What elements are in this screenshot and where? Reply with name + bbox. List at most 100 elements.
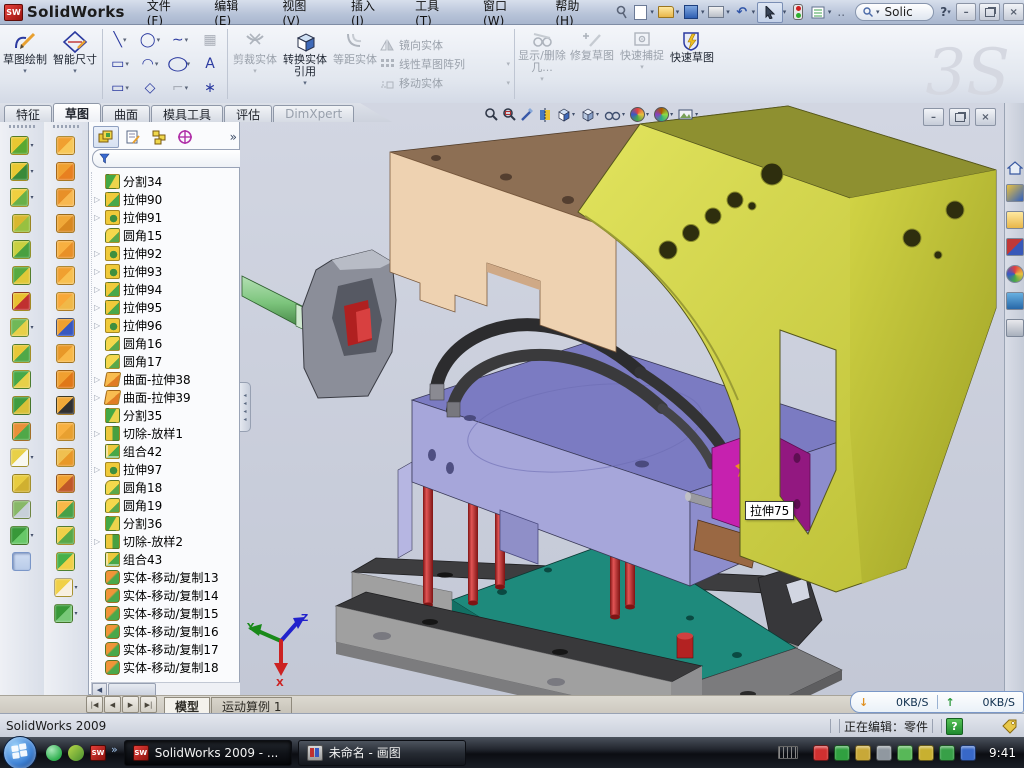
line-icon[interactable]: ╲▾ [105,28,135,52]
featuremanager-tab-icon[interactable] [93,126,119,148]
delete-face-icon[interactable] [56,392,75,418]
scenes-icon[interactable] [1006,292,1024,310]
intersect-icon[interactable] [12,392,31,418]
knit-surface-icon[interactable] [56,314,75,340]
tree-item[interactable]: ▷ 圆角15 [94,226,226,244]
expand-arrow-icon[interactable]: ▷ [94,465,102,474]
quicklaunch-media-icon[interactable] [68,745,84,761]
ruled-surface-icon[interactable] [56,210,75,236]
expand-arrow-icon[interactable]: ▷ [94,213,102,222]
tree-item[interactable]: ▷ 组合42 [94,442,226,460]
expand-arrow-icon[interactable]: ▷ [94,303,102,312]
centerpoint-arc-icon[interactable]: ◠▾ [135,52,165,76]
doc-close-button[interactable]: × [975,108,996,126]
fillet-surface-icon[interactable] [56,522,75,548]
hide-show-items-icon[interactable]: ▾ [604,109,627,121]
display-style-icon[interactable]: ▾ [556,107,577,122]
network-warning-icon[interactable] [918,745,934,761]
convert-entities-button[interactable]: 转换实体引用 ▾ [280,25,330,103]
tree-item[interactable]: ▷ 分割36 [94,514,226,532]
quicklaunch-messenger-icon[interactable] [46,745,62,761]
tree-item[interactable]: ▷ 拉伸97 [94,460,226,478]
tab-prev-button[interactable]: ◀ [104,696,121,713]
doc-restore-button[interactable] [949,108,970,126]
taskbar-task-button[interactable]: 未命名 - 画图 [298,740,466,766]
keyboard-layout-icon[interactable] [778,746,798,759]
close-button[interactable]: × [1003,3,1024,21]
design-library-icon[interactable] [1006,184,1024,202]
rapid-sketch-button[interactable]: 快速草图 [667,25,717,103]
command-tab[interactable]: 模具工具 [151,105,223,122]
expand-arrow-icon[interactable]: ▷ [94,393,102,402]
search-box[interactable]: ▾ Solic [855,3,934,21]
propertymanager-tab-icon[interactable] [121,127,145,147]
document-tab[interactable]: 模型 [164,697,210,714]
replace-face-icon[interactable] [56,418,75,444]
edit-appearance-icon[interactable]: ▾ [630,107,651,122]
tree-item[interactable]: ▷ 圆角16 [94,334,226,352]
toolbar-grip[interactable] [53,125,79,128]
restore-button[interactable] [979,3,1000,21]
swept-boss-icon[interactable] [12,210,31,236]
view-settings-icon[interactable]: ▾ [678,108,700,121]
circle-icon[interactable]: ◯▾ [135,28,165,52]
tree-item[interactable]: ▷ 实体-移动/复制13 [94,568,226,586]
tree-item[interactable]: ▷ 拉伸93 [94,262,226,280]
print-icon[interactable] [708,4,726,21]
panel-tabs-overflow[interactable]: » [230,130,237,144]
tree-item[interactable]: ▷ 曲面-拉伸39 [94,388,226,406]
curve-tool-icon[interactable]: ▾ [54,600,77,626]
expand-arrow-icon[interactable]: ▷ [94,375,102,384]
hole-wizard-icon[interactable] [12,288,31,314]
sketch-text-icon[interactable]: A [195,52,225,76]
revolved-surface-icon[interactable] [56,158,75,184]
quicklaunch-solidworks-icon[interactable]: SW [90,745,106,761]
extruded-boss-icon[interactable]: ▾ [10,132,33,158]
doc-minimize-button[interactable]: – [923,108,944,126]
help-icon[interactable]: ? [940,5,947,19]
fillet-icon[interactable]: ▾ [10,184,33,210]
volume-icon[interactable] [876,745,892,761]
pin-icon[interactable] [612,4,630,21]
quicklaunch-overflow-chevron[interactable]: » [111,743,118,756]
quick-tips-icon[interactable]: ? [946,718,963,735]
rebuild-icon[interactable] [789,4,807,21]
tree-item[interactable]: ▷ 分割34 [94,172,226,190]
thicken-icon[interactable] [56,340,75,366]
minimize-button[interactable]: – [956,3,977,21]
sketch-fillet-icon[interactable]: ⌐▾ [165,76,195,100]
command-tab[interactable]: DimXpert [273,105,354,122]
dome-icon[interactable] [56,548,75,574]
command-tab[interactable]: 评估 [224,105,272,122]
bend-icon[interactable] [56,366,75,392]
open-icon[interactable] [657,4,675,21]
combine-bodies-icon[interactable] [12,340,31,366]
options-icon[interactable] [809,4,827,21]
tree-item[interactable]: ▷ 圆角19 [94,496,226,514]
sketch-button[interactable]: 草图绘制 ▾ [0,25,50,103]
straight-slot-icon[interactable]: ▭▾ [105,76,135,100]
save-icon[interactable] [682,4,700,21]
apply-scene-icon[interactable]: ▾ [654,107,675,122]
security-plus-icon[interactable] [939,745,955,761]
tab-last-button[interactable]: ▶| [140,696,157,713]
expand-arrow-icon[interactable]: ▷ [94,195,102,204]
sync-icon[interactable] [897,745,913,761]
spline-icon[interactable]: ∼▾ [165,28,195,52]
trim-surface-icon[interactable] [56,470,75,496]
new-document-icon[interactable] [632,4,650,21]
instant3d-icon[interactable] [12,548,31,574]
expand-arrow-icon[interactable]: ▷ [94,285,102,294]
document-tab[interactable]: 运动算例 1 [211,697,292,714]
planar-surface-icon[interactable] [56,288,75,314]
expand-arrow-icon[interactable]: ▷ [94,249,102,258]
tree-item[interactable]: ▷ 组合43 [94,550,226,568]
command-tab[interactable]: 曲面 [102,105,150,122]
delete-body-icon[interactable]: ▾ [10,444,33,470]
file-explorer-icon[interactable] [1006,211,1024,229]
tree-item[interactable]: ▷ 实体-移动/复制17 [94,640,226,658]
dimxpertmanager-tab-icon[interactable] [173,127,197,147]
reference-geometry-icon[interactable] [12,496,31,522]
tree-item[interactable]: ▷ 拉伸91 [94,208,226,226]
expand-arrow-icon[interactable]: ▷ [94,267,102,276]
